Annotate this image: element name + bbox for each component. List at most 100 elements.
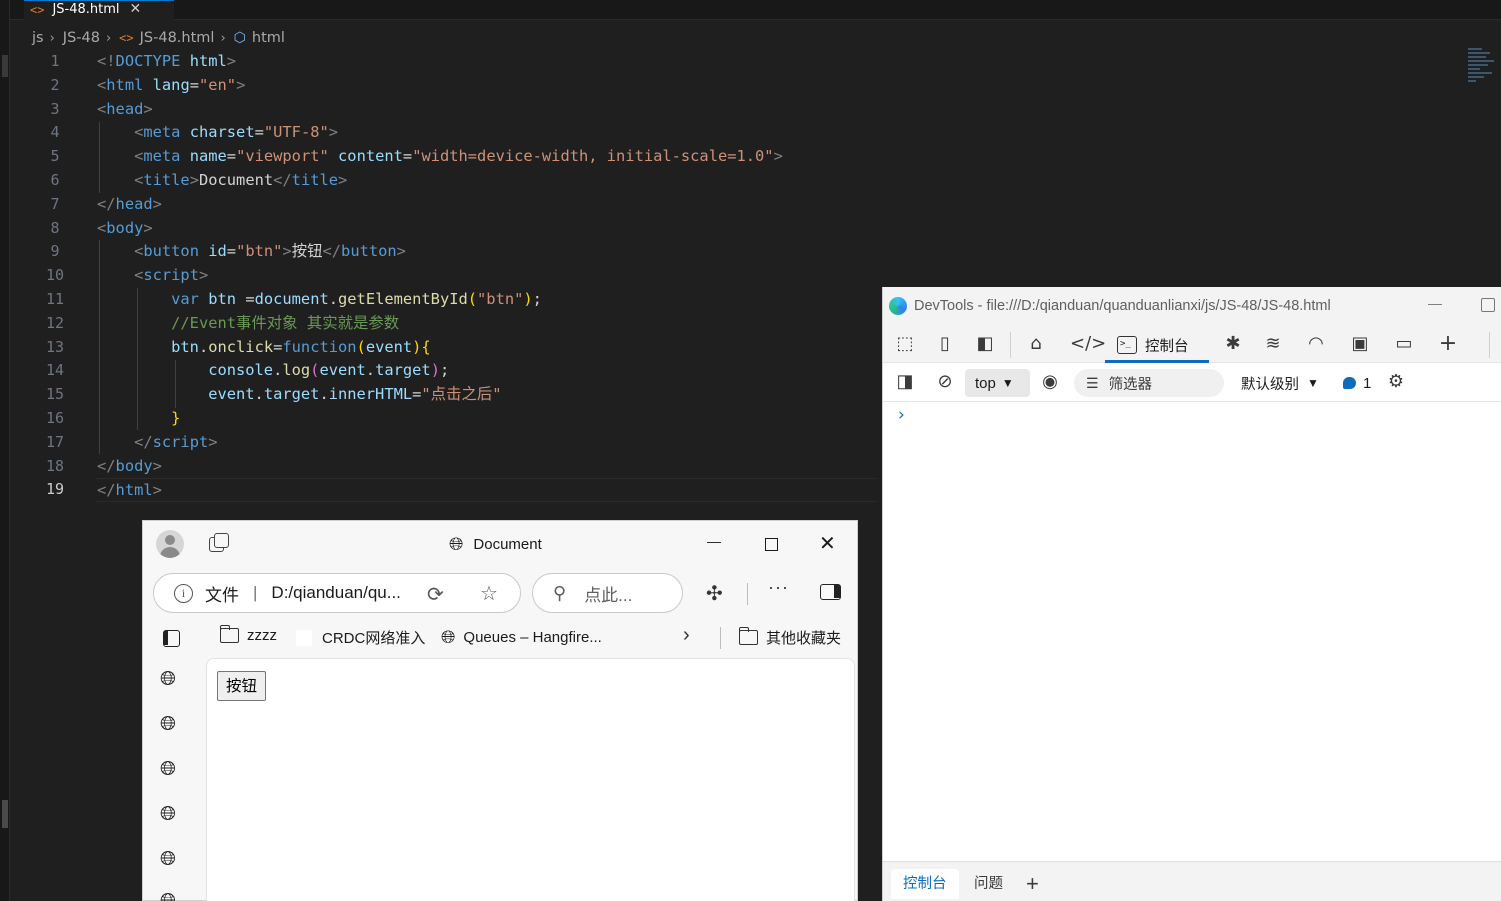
console-icon: >_	[1117, 336, 1137, 354]
avatar[interactable]	[156, 530, 184, 558]
tab-actions-icon[interactable]	[209, 533, 231, 555]
clear-console-icon[interactable]: ⊘	[932, 369, 958, 393]
minimap[interactable]	[1468, 48, 1494, 90]
close-button[interactable]: ✕	[819, 531, 836, 556]
favorite-folder-zzzz[interactable]: zzzz	[219, 625, 277, 644]
caret-down-icon: ▼	[1001, 376, 1014, 390]
line-number: 10	[45, 266, 65, 285]
code-line[interactable]: <head>	[97, 98, 877, 122]
code-line[interactable]: <!DOCTYPE html>	[97, 50, 877, 74]
close-icon[interactable]: ✕	[130, 1, 142, 17]
html-file-icon: <>	[119, 31, 134, 45]
extensions-puzzle-icon[interactable]: ✣	[706, 581, 723, 606]
code-line[interactable]: <body>	[97, 217, 877, 241]
console-prompt[interactable]: ›	[898, 405, 905, 425]
globe-icon[interactable]: 🌐︎	[160, 803, 176, 826]
maximize-button[interactable]	[1481, 298, 1495, 312]
page-button[interactable]: 按钮	[217, 671, 267, 701]
blank-favicon-icon	[296, 629, 312, 646]
bug-icon[interactable]: ✱	[1220, 332, 1246, 356]
editor-tab-bar: <> JS-48.html ✕	[10, 0, 1501, 20]
editor-tab[interactable]: <> JS-48.html ✕	[24, 0, 174, 20]
breadcrumb-item[interactable]: JS-48.html	[140, 30, 215, 46]
maximize-button[interactable]	[765, 538, 778, 551]
code-line[interactable]: btn.onclick=function(event){	[97, 336, 877, 360]
favorite-star-icon[interactable]: ☆	[480, 581, 498, 606]
code-line[interactable]: var btn =document.getElementById("btn");	[97, 288, 877, 312]
code-line[interactable]: <meta name="viewport" content="width=dev…	[97, 145, 877, 169]
line-number: 13	[45, 337, 65, 356]
code-line[interactable]: </body>	[97, 455, 877, 479]
favorite-hangfire[interactable]: 🌐︎ Queues – Hangfire...	[441, 627, 602, 648]
code-line[interactable]: <title>Document</title>	[97, 169, 877, 193]
favorite-crdc[interactable]: CRDC网络准入	[296, 627, 425, 648]
code-line[interactable]: <button id="btn">按钮</button>	[97, 240, 877, 264]
sidebar-toggle-icon[interactable]: ◨	[892, 369, 918, 393]
application-icon[interactable]: ▭	[1391, 332, 1417, 356]
sidebar-toggle-icon[interactable]	[820, 584, 841, 600]
breadcrumb-item[interactable]: html	[252, 30, 285, 46]
code-line[interactable]: </head>	[97, 193, 877, 217]
log-levels-label: 默认级别	[1241, 376, 1299, 393]
code-line[interactable]: <html lang="en">	[97, 74, 877, 98]
memory-chip-icon[interactable]: ▣	[1347, 332, 1373, 356]
chevron-right-icon[interactable]: ›	[683, 624, 690, 647]
tab-console-label: 控制台	[1145, 338, 1189, 355]
elements-icon[interactable]: </>	[1070, 332, 1106, 356]
tab-console[interactable]: >_ 控制台	[1105, 328, 1209, 362]
context-selector[interactable]: top ▼	[965, 369, 1030, 397]
code-line[interactable]: }	[97, 407, 877, 431]
console-output[interactable]: ›	[883, 403, 1501, 861]
filter-input[interactable]: ☰ 筛选器	[1074, 369, 1224, 397]
filter-icon: ☰	[1086, 374, 1099, 391]
globe-icon[interactable]: 🌐︎	[160, 890, 176, 901]
dock-side-icon[interactable]: ◧	[972, 332, 998, 356]
address-bar[interactable]: i 文件 | D:/qianduan/qu... ⟳ ☆	[153, 573, 521, 613]
address-url: D:/qianduan/qu...	[271, 583, 401, 602]
code-line[interactable]: event.target.innerHTML="点击之后"	[97, 383, 877, 407]
inspect-element-icon[interactable]: ⬚	[892, 332, 918, 356]
home-icon[interactable]: ⌂	[1023, 332, 1049, 356]
globe-icon[interactable]: 🌐︎	[160, 668, 176, 691]
performance-gauge-icon[interactable]: ◠	[1303, 332, 1329, 356]
minimize-button[interactable]: —	[1423, 295, 1447, 315]
code-line[interactable]: </script>	[97, 431, 877, 455]
line-number: 14	[45, 361, 65, 380]
line-number: 11	[45, 289, 65, 308]
log-levels-dropdown[interactable]: 默认级别 ▼	[1241, 369, 1319, 397]
favorite-label: CRDC网络准入	[322, 630, 426, 647]
breadcrumb-item[interactable]: JS-48	[63, 30, 100, 46]
globe-icon[interactable]: 🌐︎	[160, 758, 176, 781]
line-number: 18	[45, 456, 65, 475]
more-options-icon[interactable]: ···	[768, 577, 789, 598]
code-line[interactable]: console.log(event.target);	[97, 359, 877, 383]
globe-icon[interactable]: 🌐︎	[160, 713, 176, 736]
line-number-gutter: 1 2 3 4 5 6 7 8 9 10 11 12 13 14 15 16 1…	[30, 50, 80, 502]
globe-icon[interactable]: 🌐︎	[160, 848, 176, 871]
browser-tab[interactable]: 🌐︎ Document	[449, 534, 542, 555]
minimize-button[interactable]: —	[707, 533, 721, 549]
breadcrumb-item[interactable]: js	[32, 30, 44, 46]
device-emulation-icon[interactable]: ▯	[932, 332, 958, 356]
code-line[interactable]: <meta charset="UTF-8">	[97, 121, 877, 145]
live-expression-eye-icon[interactable]: ◉	[1037, 369, 1063, 393]
drawer-tab-console[interactable]: 控制台	[891, 869, 959, 899]
add-tool-icon[interactable]: +	[1435, 332, 1461, 356]
reload-icon[interactable]: ⟳	[427, 582, 444, 607]
search-input[interactable]: ⚲ 点此...	[532, 573, 683, 613]
info-icon[interactable]: i	[174, 583, 193, 603]
code-line[interactable]: </html>	[97, 478, 877, 503]
drawer-tab-issues[interactable]: 问题	[962, 869, 1015, 899]
line-number: 6	[50, 170, 60, 189]
chevron-right-icon: ›	[49, 30, 55, 46]
code-line[interactable]: //Event事件对象 其实就是参数	[97, 312, 877, 336]
vertical-tabs-icon[interactable]	[163, 630, 180, 647]
network-wifi-icon[interactable]: ≋	[1260, 332, 1286, 356]
code-line[interactable]: <script>	[97, 264, 877, 288]
issues-counter[interactable]: 1	[1343, 369, 1371, 397]
settings-gear-icon[interactable]: ⚙	[1383, 369, 1409, 393]
favorite-folder-other[interactable]: 其他收藏夹	[738, 627, 841, 648]
code-editor[interactable]: <!DOCTYPE html> <html lang="en"> <head> <m…	[97, 50, 877, 503]
add-drawer-tab-icon[interactable]: +	[1026, 869, 1039, 899]
message-bubble-icon	[1343, 377, 1356, 389]
